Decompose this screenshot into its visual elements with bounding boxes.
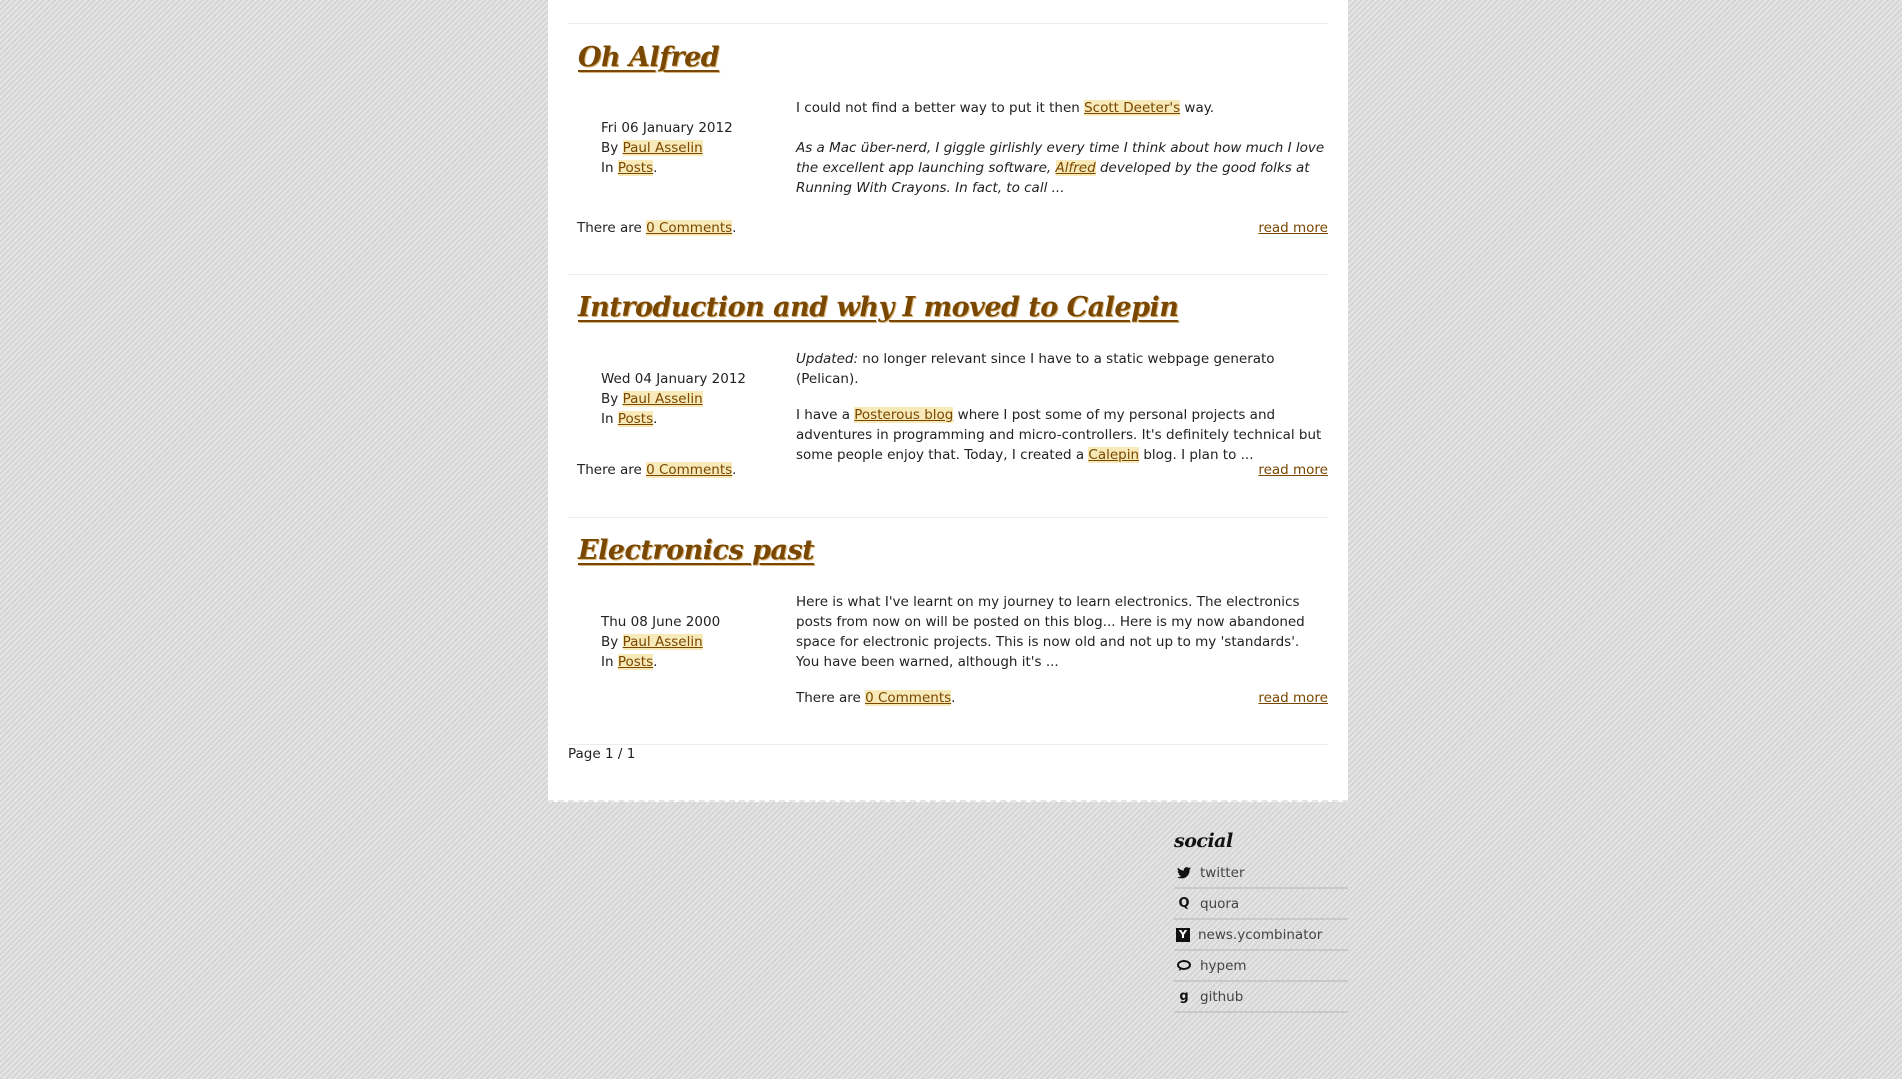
author-link[interactable]: Paul Asselin [622,140,703,156]
social-item-hypem[interactable]: hypem [1174,951,1348,982]
summary-text: no longer relevant since I have to a sta… [796,351,1275,387]
comments-text: There are [577,462,647,478]
comments-link[interactable]: 0 Comments [865,690,952,706]
summary-paragraph: I could not find a better way to put it … [796,98,1326,118]
by-label: By [601,140,619,156]
article-category-line: In Posts. [601,654,658,670]
author-link[interactable]: Paul Asselin [622,391,703,407]
social-item-quora[interactable]: Q quora [1174,889,1348,920]
divider [568,23,1328,24]
social-item-twitter[interactable]: twitter [1174,858,1348,889]
social-label: twitter [1200,864,1245,881]
article-title[interactable]: Electronics past [578,535,815,566]
github-icon: g [1179,989,1189,1004]
article-date: Fri 06 January 2012 [601,120,733,136]
updated-label: Updated: [796,351,859,367]
social-label: quora [1200,895,1240,912]
comments-link[interactable]: 0 Comments [646,462,733,478]
article-summary: Updated: no longer relevant since I have… [796,349,1326,465]
social-links: social twitter Q quora Y news.ycombinato… [1174,830,1348,1013]
read-more-link[interactable]: read more [1258,220,1328,236]
alfred-link[interactable]: Alfred [1055,160,1096,176]
summary-quote: As a Mac über-nerd, I giggle girlishly e… [796,138,1326,198]
article-title[interactable]: Oh Alfred [578,42,720,73]
summary-paragraph: Here is what I've learnt on my journey t… [796,594,1305,670]
in-label: In [601,411,614,427]
article-summary: I could not find a better way to put it … [796,98,1326,198]
divider [568,744,1328,745]
pagination: Page 1 / 1 [568,746,636,762]
comments-text: . [951,690,956,706]
read-more-link[interactable]: read more [1258,690,1328,706]
article-author-line: By Paul Asselin [601,389,746,409]
hypem-icon [1176,958,1192,974]
divider [568,517,1328,518]
article-meta: Wed 04 January 2012 By Paul Asselin In P… [601,369,746,429]
article-date: Thu 08 June 2000 [601,614,721,630]
social-heading: social [1174,830,1233,852]
summary-paragraph: Updated: no longer relevant since I have… [796,349,1326,389]
summary-text: blog. I plan to ... [1139,447,1254,463]
comments-text: There are [577,220,647,236]
comments-text: . [732,462,737,478]
read-more: read more [1258,218,1328,238]
in-label: In [601,160,614,176]
divider [568,274,1328,275]
in-label: In [601,654,614,670]
summary-text: I could not find a better way to put it … [796,100,1085,116]
comments-count: There are 0 Comments. [796,688,955,708]
twitter-icon [1176,865,1192,881]
category-link[interactable]: Posts [617,411,654,427]
comments-text: There are [796,690,866,706]
by-label: By [601,634,619,650]
article-meta: Fri 06 January 2012 By Paul Asselin In P… [601,118,733,178]
read-more: read more [1258,460,1328,480]
social-label: hypem [1200,957,1247,974]
social-item-github[interactable]: g github [1174,982,1348,1013]
read-more-link[interactable]: read more [1258,462,1328,478]
author-link[interactable]: Paul Asselin [622,634,703,650]
article-author-line: By Paul Asselin [601,632,720,652]
quora-icon: Q [1178,896,1190,911]
summary-text: way. [1180,100,1215,116]
category-link[interactable]: Posts [617,654,654,670]
content-panel: Oh Alfred Fri 06 January 2012 By Paul As… [548,0,1348,802]
comments-text: . [732,220,737,236]
scott-deeter-link[interactable]: Scott Deeter's [1084,100,1181,116]
comments-count: There are 0 Comments. [577,218,736,238]
social-label: news.ycombinator [1198,926,1323,943]
by-label: By [601,391,619,407]
article-summary: Here is what I've learnt on my journey t… [796,592,1326,672]
article-title[interactable]: Introduction and why I moved to Calepin [578,292,1179,323]
comments-link[interactable]: 0 Comments [646,220,733,236]
summary-paragraph: I have a Posterous blog where I post som… [796,405,1326,465]
calepin-link[interactable]: Calepin [1088,447,1140,463]
summary-text: I have a [796,407,855,423]
ycombinator-icon: Y [1176,927,1190,942]
article-category-line: In Posts. [601,160,658,176]
category-link[interactable]: Posts [617,160,654,176]
posterous-link[interactable]: Posterous blog [854,407,954,423]
article-author-line: By Paul Asselin [601,138,733,158]
social-list: twitter Q quora Y news.ycombinator hypem… [1174,858,1348,1013]
article-date: Wed 04 January 2012 [601,371,747,387]
social-label: github [1200,988,1244,1005]
read-more: read more [1258,688,1328,708]
social-item-ycombinator[interactable]: Y news.ycombinator [1174,920,1348,951]
comments-count: There are 0 Comments. [577,460,736,480]
article-meta: Thu 08 June 2000 By Paul Asselin In Post… [601,612,720,672]
article-category-line: In Posts. [601,411,658,427]
